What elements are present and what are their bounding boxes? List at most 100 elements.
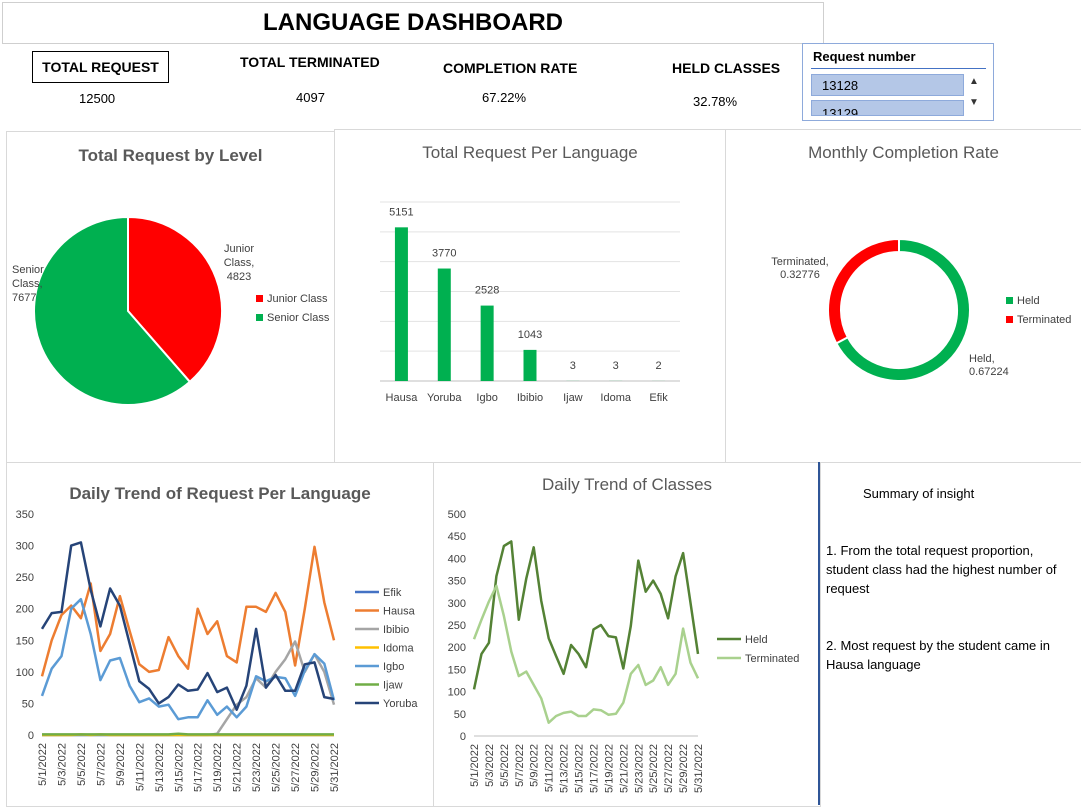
x-tick-label-5-11-2022: 5/11/2022 xyxy=(134,743,146,791)
y-tick-label: 350 xyxy=(16,509,34,521)
y-tick-label: 200 xyxy=(448,642,466,654)
y-tick-label: 500 xyxy=(448,509,466,521)
legend-label-igbo: Igbo xyxy=(383,661,404,673)
level-chart-panel: Total Request by Level Junior Class, 4823 S… xyxy=(6,131,335,463)
y-tick-label: 300 xyxy=(448,598,466,610)
slicer-item-13129[interactable]: 13129 xyxy=(811,100,964,116)
legend-label-efik: Efik xyxy=(383,587,402,599)
scroll-down-icon[interactable]: ▼ xyxy=(969,97,979,108)
x-tick-label-5-1-2022: 5/1/2022 xyxy=(37,743,49,786)
x-tick-label-5-17-2022: 5/17/2022 xyxy=(193,743,205,792)
total-terminated-label: TOTAL TERMINATED xyxy=(240,54,380,70)
scroll-up-icon[interactable]: ▲ xyxy=(969,76,979,87)
request-number-slicer[interactable]: Request number 13128 13129 ▲ ▼ xyxy=(802,43,994,121)
x-tick-label-5-15-2022: 5/15/2022 xyxy=(173,743,185,792)
x-tick-label-ibibio: Ibibio xyxy=(517,392,543,404)
completion-doughnut-chart: Held,0.67224 Terminated,0.32776 Held Termin… xyxy=(771,237,1071,382)
daily-language-line-chart: 0 50 100 150 200 250 300 350 5/1/2022 5/3/2022 5/5… xyxy=(16,509,419,792)
pie-data-label-senior-class: Class, xyxy=(12,278,43,290)
x-tick-label-5-15-2022: 5/15/2022 xyxy=(574,744,586,793)
language-chart-panel: Total Request Per Language 5151 Hausa 3770… xyxy=(334,129,726,463)
level-pie-chart: Junior Class, 4823 Senior Class, 7677 Junior C… xyxy=(12,215,330,406)
bar-value-label-ijaw: 3 xyxy=(570,360,576,372)
legend-swatch-held xyxy=(1006,297,1013,304)
x-tick-label-5-27-2022: 5/27/2022 xyxy=(663,744,675,793)
total-request-value: 12500 xyxy=(79,91,116,106)
series-line-held xyxy=(472,540,700,690)
x-tick-label-5-9-2022: 5/9/2022 xyxy=(529,744,541,787)
bar-hausa xyxy=(394,227,408,381)
legend-label-yoruba: Yoruba xyxy=(383,698,418,710)
legend-label-idoma: Idoma xyxy=(383,643,414,655)
y-tick-label: 50 xyxy=(454,709,466,721)
x-tick-label-5-7-2022: 5/7/2022 xyxy=(95,743,107,786)
x-tick-label-5-11-2022: 5/11/2022 xyxy=(544,744,556,792)
y-tick-label: 250 xyxy=(448,620,466,632)
x-tick-label-5-13-2022: 5/13/2022 xyxy=(154,743,166,792)
x-tick-label-5-1-2022: 5/1/2022 xyxy=(469,744,481,787)
pie-data-label-junior-class: 4823 xyxy=(227,271,251,283)
y-tick-label: 300 xyxy=(16,541,34,553)
held-classes-value: 32.78% xyxy=(693,94,738,109)
x-tick-label-efik: Efik xyxy=(649,392,668,404)
legend-label-ijaw: Ijaw xyxy=(383,680,403,692)
completion-rate-value: 67.22% xyxy=(482,90,527,105)
insight-point-2: 2. Most request by the student came in H… xyxy=(826,638,1051,672)
x-tick-label-5-7-2022: 5/7/2022 xyxy=(514,744,526,787)
bar-value-label-efik: 2 xyxy=(656,360,662,372)
x-tick-label-5-21-2022: 5/21/2022 xyxy=(618,744,630,793)
legend-label-held: Held xyxy=(745,634,768,646)
x-tick-label-5-23-2022: 5/23/2022 xyxy=(633,744,645,793)
x-tick-label-5-5-2022: 5/5/2022 xyxy=(499,744,511,787)
x-tick-label-5-9-2022: 5/9/2022 xyxy=(115,743,127,786)
slicer-divider xyxy=(811,68,986,69)
x-tick-label-5-19-2022: 5/19/2022 xyxy=(603,744,615,793)
y-tick-label: 0 xyxy=(28,730,34,742)
x-tick-label-igbo: Igbo xyxy=(476,392,497,404)
x-tick-label-yoruba: Yoruba xyxy=(427,392,462,404)
y-tick-label: 450 xyxy=(448,531,466,543)
x-tick-label-5-19-2022: 5/19/2022 xyxy=(212,743,224,792)
daily-language-panel: Daily Trend of Request Per Language 0 50 1… xyxy=(6,462,434,807)
total-request-box: TOTAL REQUEST xyxy=(32,51,169,83)
x-tick-label-ijaw: Ijaw xyxy=(563,392,583,404)
legend-label-junior-class: Junior Class xyxy=(267,293,328,305)
daily-classes-panel: Daily Trend of Classes 0 50 100 150 200 250 30… xyxy=(433,462,821,807)
bar-value-label-ibibio: 1043 xyxy=(518,329,542,341)
y-tick-label: 200 xyxy=(16,604,34,616)
legend-label-terminated: Terminated xyxy=(1017,314,1071,326)
doughnut-data-label-terminated: Terminated, xyxy=(771,256,828,268)
daily-classes-line-chart: 0501001502002503003504004505005/1/2022 5/… xyxy=(448,509,800,793)
x-tick-label-5-5-2022: 5/5/2022 xyxy=(76,743,88,786)
series-line-ijaw xyxy=(42,732,334,736)
doughnut-data-label-terminated: 0.32776 xyxy=(780,269,820,281)
series-line-igbo xyxy=(40,597,336,721)
legend-swatch-junior-class xyxy=(256,295,263,302)
slicer-item-13128[interactable]: 13128 xyxy=(811,74,964,96)
x-tick-label-5-29-2022: 5/29/2022 xyxy=(678,744,690,793)
x-tick-label-5-3-2022: 5/3/2022 xyxy=(56,743,68,786)
x-tick-label-5-29-2022: 5/29/2022 xyxy=(310,743,322,792)
insight-point-1: 1. From the total request proportion, st… xyxy=(826,543,1057,596)
y-tick-label: 150 xyxy=(448,664,466,676)
x-tick-label-5-31-2022: 5/31/2022 xyxy=(693,744,705,793)
x-tick-label-5-27-2022: 5/27/2022 xyxy=(290,743,302,792)
pie-data-label-junior-class: Junior xyxy=(224,243,254,255)
insight-title: Summary of insight xyxy=(863,486,975,501)
x-tick-label-hausa: Hausa xyxy=(386,392,419,404)
y-tick-label: 0 xyxy=(460,731,466,743)
x-tick-label-5-25-2022: 5/25/2022 xyxy=(271,743,283,792)
doughnut-data-label-held: Held, xyxy=(969,353,995,365)
x-tick-label-5-21-2022: 5/21/2022 xyxy=(232,743,244,792)
page-title: LANGUAGE DASHBOARD xyxy=(2,2,824,44)
y-tick-label: 250 xyxy=(16,572,34,584)
x-tick-label-5-17-2022: 5/17/2022 xyxy=(588,744,600,793)
x-tick-label-idoma: Idoma xyxy=(600,392,631,404)
y-tick-label: 50 xyxy=(22,698,34,710)
x-tick-label-5-25-2022: 5/25/2022 xyxy=(648,744,660,793)
y-tick-label: 400 xyxy=(448,553,466,565)
pie-data-label-senior-class: 7677 xyxy=(12,292,36,304)
request-number-header: Request number xyxy=(813,49,916,64)
y-tick-label: 150 xyxy=(16,635,34,647)
bar-ibibio xyxy=(523,349,537,381)
